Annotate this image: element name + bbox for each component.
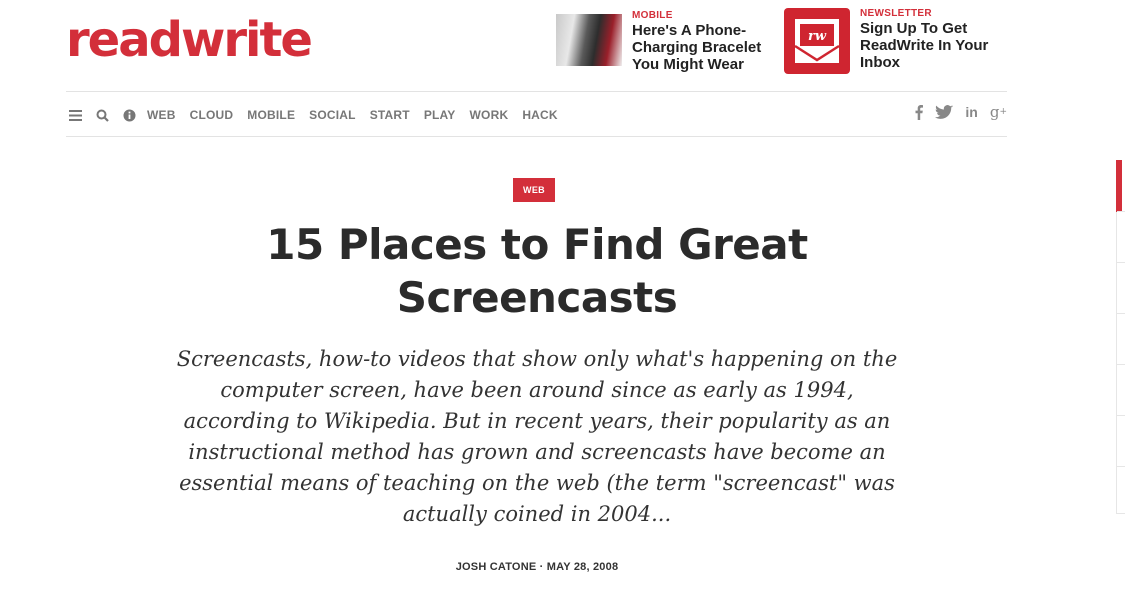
rail-divider xyxy=(1117,211,1125,212)
twitter-icon[interactable] xyxy=(935,104,954,120)
rail-divider xyxy=(1117,513,1125,514)
category-badge[interactable]: WEB xyxy=(513,178,555,202)
linkedin-icon[interactable]: in xyxy=(965,104,977,120)
nav-item-social[interactable]: SOCIAL xyxy=(309,108,356,122)
promo-newsletter[interactable]: rw NEWSLETTER Sign Up To Get ReadWrite I… xyxy=(784,8,1000,74)
nav-item-hack[interactable]: HACK xyxy=(522,108,557,122)
nav-item-work[interactable]: WORK xyxy=(470,108,509,122)
promo-phone-bracelet[interactable]: MOBILE Here's A Phone-Charging Bracelet … xyxy=(556,10,772,73)
article-excerpt: Screencasts, how-to videos that show onl… xyxy=(176,347,898,526)
nav-item-cloud[interactable]: CLOUD xyxy=(190,108,234,122)
info-icon[interactable] xyxy=(120,106,138,124)
article-title[interactable]: 15 Places to Find Great Screencasts xyxy=(237,218,837,324)
readwrite-logo[interactable]: readwrite xyxy=(66,10,313,70)
rail-divider xyxy=(1117,262,1125,263)
rail-divider xyxy=(1117,364,1125,365)
header-divider xyxy=(66,91,1007,92)
nav-item-web[interactable]: WEB xyxy=(147,108,176,122)
nav-item-mobile[interactable]: MOBILE xyxy=(247,108,295,122)
google-plus-icon[interactable]: g + xyxy=(990,103,1007,121)
rail-divider xyxy=(1117,313,1125,314)
nav-divider xyxy=(66,136,1007,137)
promo-thumbnail-image[interactable] xyxy=(556,14,622,66)
rw-label: rw xyxy=(808,29,827,44)
section-scroll-rail[interactable] xyxy=(1116,160,1125,514)
promo-category: MOBILE xyxy=(632,10,673,21)
social-links: in g + xyxy=(903,103,1007,121)
rw-envelope-icon[interactable]: rw xyxy=(784,8,850,74)
menu-icon[interactable] xyxy=(66,106,84,124)
rail-active-marker xyxy=(1116,160,1122,212)
facebook-icon[interactable] xyxy=(915,104,924,120)
main-nav: WEB CLOUD MOBILE SOCIAL START PLAY WORK … xyxy=(66,104,572,126)
search-icon[interactable] xyxy=(93,106,111,124)
rail-divider xyxy=(1117,466,1125,467)
nav-item-start[interactable]: START xyxy=(370,108,410,122)
rail-divider xyxy=(1117,415,1125,416)
nav-item-play[interactable]: PLAY xyxy=(424,108,456,122)
promo-category: NEWSLETTER xyxy=(860,8,932,19)
promo-title[interactable]: Here's A Phone-Charging Bracelet You Mig… xyxy=(632,22,772,73)
article-byline: JOSH CATONE · MAY 28, 2008 xyxy=(455,561,619,573)
promo-title[interactable]: Sign Up To Get ReadWrite In Your Inbox xyxy=(860,20,1000,71)
